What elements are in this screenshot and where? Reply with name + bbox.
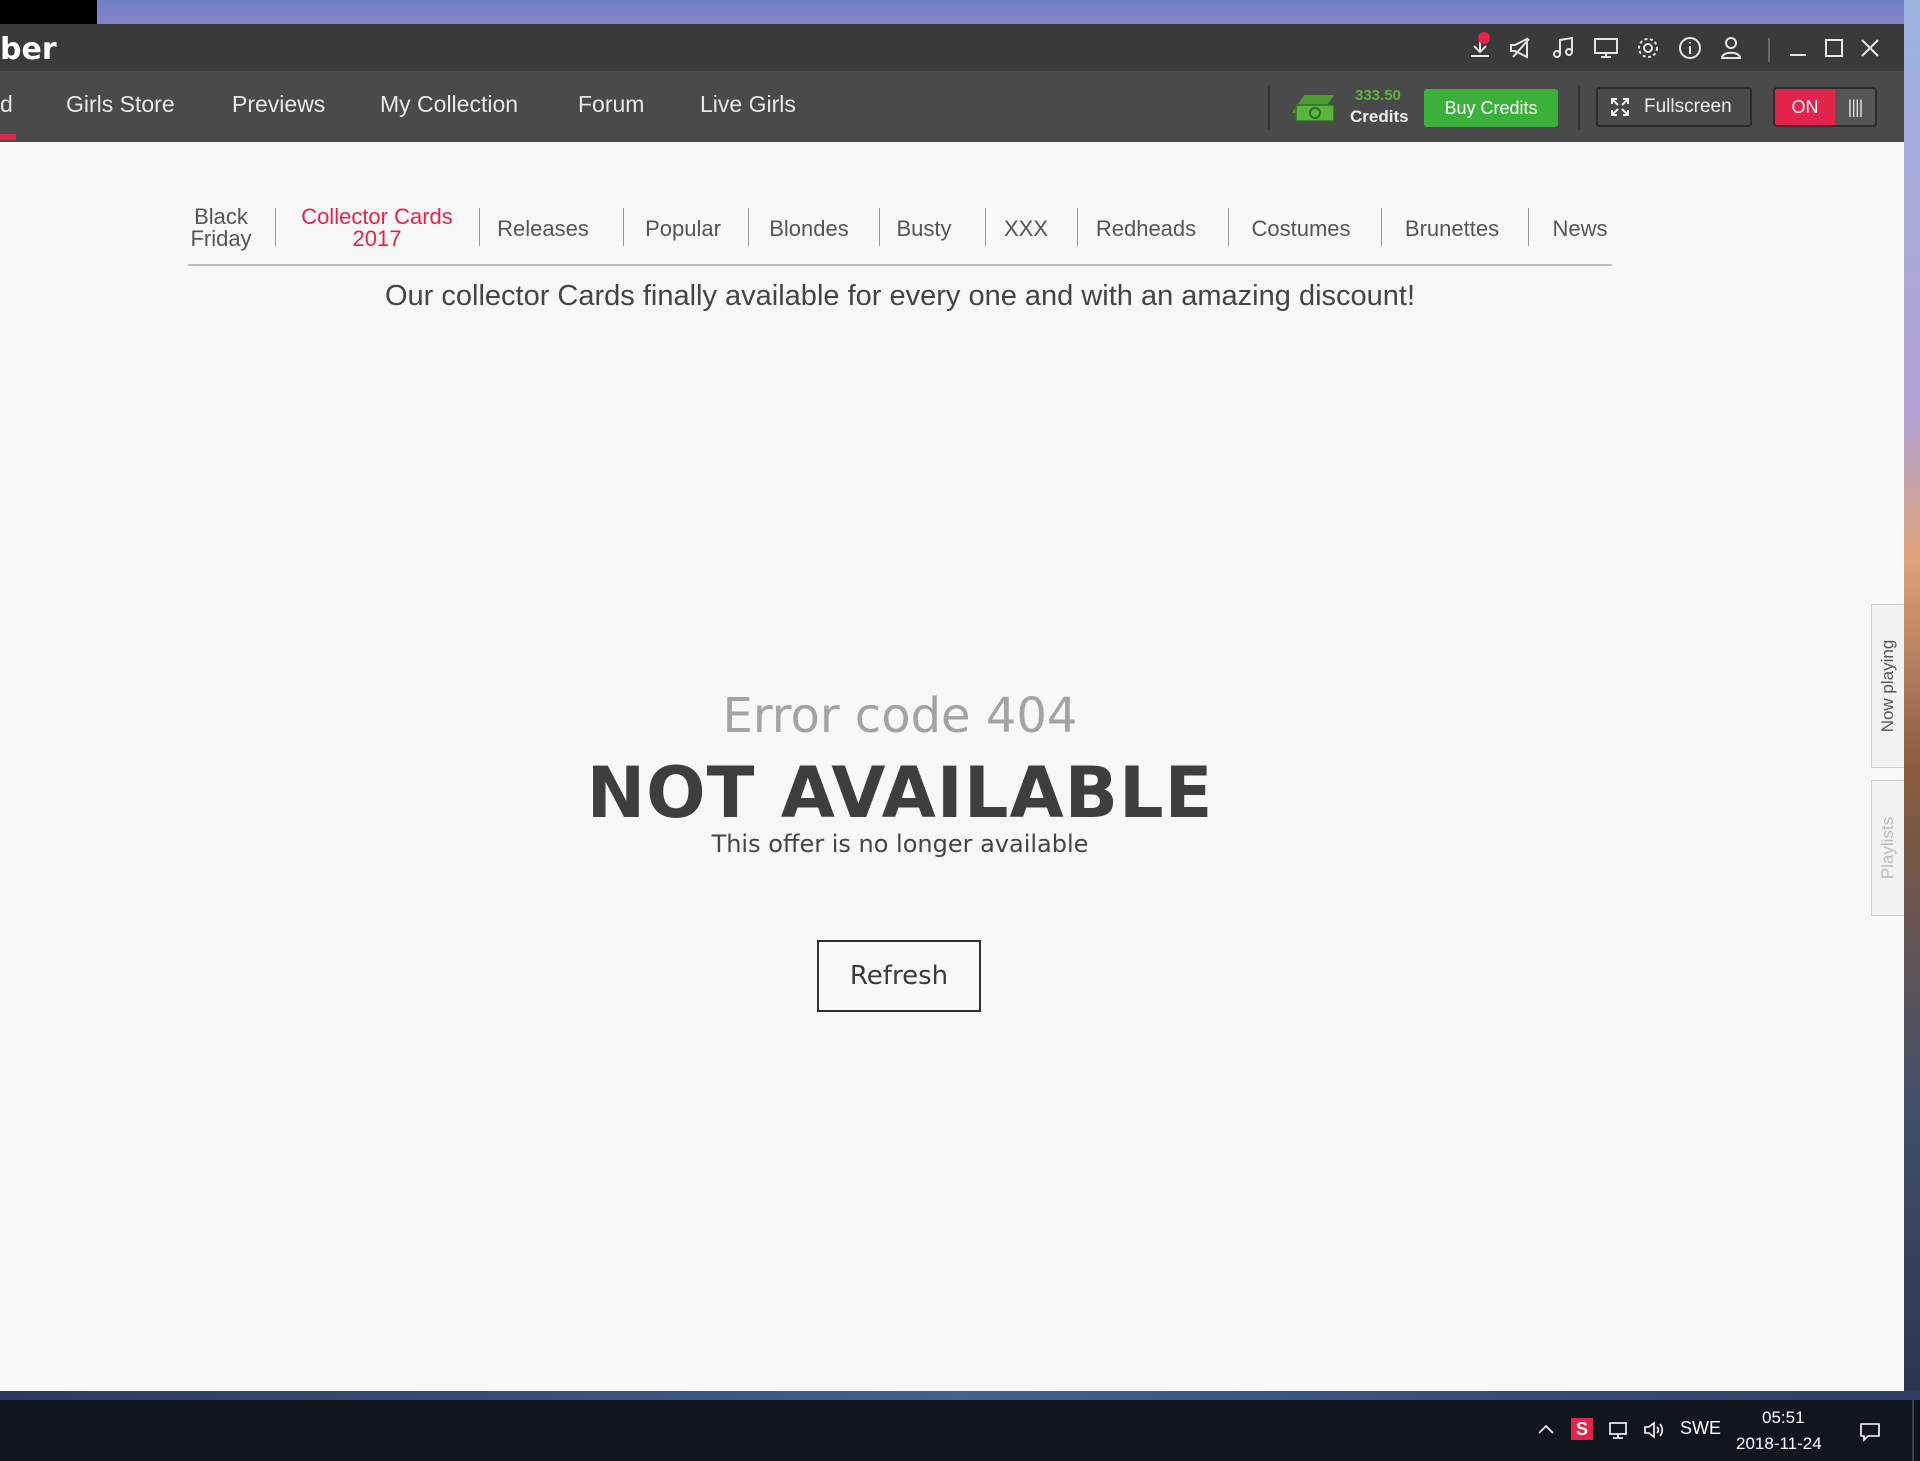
nav-item-forum[interactable]: Forum [578,91,644,118]
notification-badge [1478,32,1490,44]
refresh-button[interactable]: Refresh [817,940,981,1012]
tab-xxx[interactable]: XXX [998,218,1054,240]
fullscreen-label: Fullscreen [1644,96,1732,117]
nav-active-indicator [0,134,16,140]
tab-separator [748,208,749,246]
app-window: ber d Girls Store Previews My Collection… [0,24,1904,1391]
expand-icon [1611,98,1629,116]
tab-separator [879,208,880,246]
tab-separator [623,208,624,246]
minimize-icon[interactable] [1780,30,1816,66]
promo-text: Our collector Cards finally available fo… [384,280,1416,312]
download-icon[interactable] [1464,32,1496,64]
taskbar: S SWE 05:51 2018-11-24 [0,1400,1920,1461]
language-indicator[interactable]: SWE [1680,1418,1721,1439]
tab-costumes[interactable]: Costumes [1242,218,1360,240]
maximize-icon[interactable] [1816,30,1852,66]
info-icon[interactable] [1674,32,1706,64]
now-playing-label: Now playing [1878,639,1897,733]
on-off-toggle[interactable]: ON |||| [1773,87,1877,127]
tab-busty[interactable]: Busty [892,218,956,240]
nav-item-live-girls[interactable]: Live Girls [700,91,796,118]
error-subtitle: This offer is no longer available [711,830,1089,858]
network-icon[interactable] [1606,1418,1630,1442]
tab-label: 2017 [352,226,402,251]
tab-popular[interactable]: Popular [638,218,728,240]
megaphone-icon[interactable] [1505,32,1537,64]
tab-black-friday[interactable]: Black Friday [188,206,254,250]
clock-time[interactable]: 05:51 [1762,1408,1805,1428]
fullscreen-button[interactable]: Fullscreen [1596,87,1752,127]
money-icon [1288,85,1338,125]
desktop-background-right [1904,0,1920,1395]
category-tabs: Black Friday Collector Cards 2017 Releas… [188,142,1612,266]
tab-news[interactable]: News [1550,218,1610,240]
tab-collector-cards-2017[interactable]: Collector Cards 2017 [292,206,462,250]
tab-separator [275,208,276,246]
nav-item-my-collection[interactable]: My Collection [380,91,518,118]
credits-label: Credits [1350,107,1409,126]
nav-separator [1578,85,1580,129]
volume-icon[interactable] [1642,1418,1666,1442]
nav-item-girls-store[interactable]: Girls Store [66,91,175,118]
buy-credits-button[interactable]: Buy Credits [1424,89,1558,127]
desktop-background [0,0,97,24]
tab-blondes[interactable]: Blondes [762,218,856,240]
tab-separator [479,208,480,246]
playlists-tab[interactable]: Playlists [1871,780,1904,916]
tab-separator [1381,208,1382,246]
tab-separator [985,208,986,246]
user-icon[interactable] [1715,32,1747,64]
tab-brunettes[interactable]: Brunettes [1392,218,1512,240]
nav-item-previews[interactable]: Previews [232,91,325,118]
app-tray-icon[interactable]: S [1571,1418,1593,1440]
tab-separator [1228,208,1229,246]
main-nav: d Girls Store Previews My Collection For… [0,71,1904,142]
tab-releases[interactable]: Releases [493,218,593,240]
tab-separator [1528,208,1529,246]
gear-icon[interactable] [1632,32,1664,64]
clock-date[interactable]: 2018-11-24 [1736,1434,1822,1454]
nav-item-partial[interactable]: d [0,91,13,118]
notifications-icon[interactable] [1858,1420,1882,1444]
tab-label: Black [194,204,248,229]
title-bar-separator [1768,38,1770,62]
window-title: ber [0,32,57,67]
tab-label: Friday [190,226,252,251]
toggle-off-label: |||| [1835,89,1875,125]
toggle-on-label: ON [1775,89,1835,125]
playlists-label: Playlists [1878,816,1897,880]
tabs-underline [188,264,1612,266]
error-title: NOT AVAILABLE [586,752,1214,834]
nav-separator [1268,85,1270,129]
show-desktop-button[interactable] [1912,1400,1914,1461]
now-playing-tab[interactable]: Now playing [1871,604,1904,768]
tab-redheads[interactable]: Redheads [1092,218,1200,240]
tab-label: Collector Cards [301,204,453,229]
title-bar: ber [0,24,1904,71]
error-code: Error code 404 [722,688,1078,744]
chevron-up-icon[interactable] [1534,1418,1558,1442]
monitor-icon[interactable] [1590,32,1622,64]
tab-separator [1077,208,1078,246]
music-icon[interactable] [1548,32,1580,64]
credits-amount: 333.50 [1355,87,1401,104]
close-icon[interactable] [1852,30,1888,66]
